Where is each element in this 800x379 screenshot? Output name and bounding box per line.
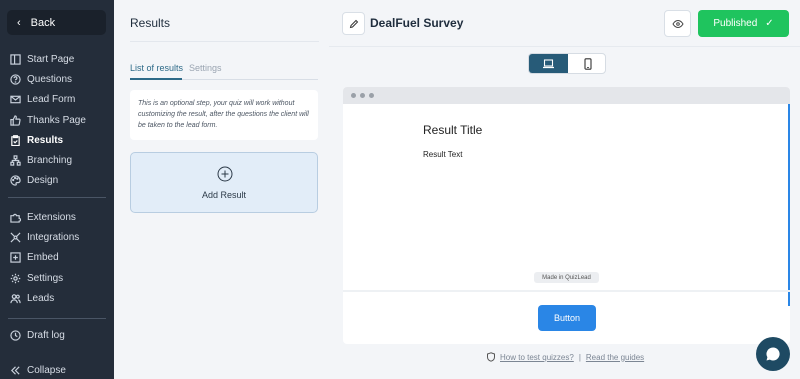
add-result-button[interactable]: Add Result: [130, 152, 318, 213]
sidebar-item-label: Extensions: [27, 211, 76, 223]
branching-icon: [9, 155, 21, 167]
sidebar-item-label: Branching: [27, 155, 73, 167]
panel-tabs: List of results Settings: [130, 62, 318, 80]
back-button[interactable]: ‹ Back: [7, 10, 106, 35]
sidebar-item-design[interactable]: Design: [0, 171, 114, 191]
clipboard-icon: [9, 134, 21, 146]
collapse-icon: [9, 364, 21, 376]
eye-icon: [671, 19, 684, 28]
results-panel: Results List of results Settings This is…: [114, 0, 329, 379]
panel-divider: [130, 41, 319, 42]
sidebar-item-integrations[interactable]: Integrations: [0, 227, 114, 247]
sidebar-item-collapse[interactable]: Collapse: [0, 360, 114, 379]
sidebar-item-leads[interactable]: Leads: [0, 288, 114, 308]
made-in-badge: Made in QuizLead: [534, 272, 599, 283]
sidebar-nav-group-3: Draft log: [0, 325, 114, 345]
sidebar-nav-group-1: Start Page Questions Lead Form Thanks Pa…: [0, 49, 114, 191]
plus-circle-icon: [217, 166, 233, 182]
shield-icon: [487, 352, 495, 362]
preview-cta-button[interactable]: Button: [538, 305, 596, 331]
chat-button[interactable]: [756, 337, 790, 371]
sidebar-item-label: Questions: [27, 73, 73, 85]
sidebar-item-questions[interactable]: Questions: [0, 69, 114, 89]
sidebar-item-branching[interactable]: Branching: [0, 150, 114, 170]
device-toggle: [528, 53, 606, 74]
layout-icon: [9, 53, 21, 65]
sidebar-item-start-page[interactable]: Start Page: [0, 49, 114, 69]
publish-label: Published: [713, 18, 758, 29]
window-dot: [360, 93, 365, 98]
help-links: How to test quizzes? | Read the guides: [486, 352, 644, 362]
sidebar-item-label: Start Page: [27, 53, 75, 65]
browser-bar: [343, 87, 790, 104]
thumbs-up-icon: [9, 114, 21, 126]
sidebar-item-label: Leads: [27, 292, 55, 304]
edit-title-button[interactable]: [342, 12, 365, 35]
laptop-icon: [543, 58, 554, 68]
sidebar-item-extensions[interactable]: Extensions: [0, 207, 114, 227]
sidebar-item-label: Settings: [27, 272, 64, 284]
preview-button[interactable]: [664, 10, 691, 37]
how-to-test-link[interactable]: How to test quizzes?: [500, 353, 574, 362]
link-separator: |: [578, 352, 581, 362]
sidebar-item-lead-form[interactable]: Lead Form: [0, 90, 114, 110]
desktop-view-button[interactable]: [529, 54, 568, 73]
tab-list-of-results[interactable]: List of results: [130, 63, 183, 73]
sidebar-item-embed[interactable]: Embed: [0, 248, 114, 268]
editor-area: DealFuel Survey Published ✓ Result Title…: [329, 0, 800, 379]
optional-step-note: This is an optional step, your quiz will…: [130, 90, 318, 140]
clock-icon: [9, 329, 21, 341]
sidebar-item-label: Results: [27, 134, 64, 146]
sidebar-item-label: Collapse: [27, 364, 66, 376]
gear-icon: [9, 272, 21, 284]
publish-button[interactable]: Published ✓: [698, 10, 789, 37]
sidebar-divider: [8, 318, 106, 319]
sidebar-item-label: Embed: [27, 252, 59, 264]
chevron-left-icon: ‹: [17, 16, 21, 29]
sidebar-item-label: Thanks Page: [27, 114, 86, 126]
sidebar-item-draft-log[interactable]: Draft log: [0, 325, 114, 345]
panel-title: Results: [130, 16, 171, 30]
window-dot: [351, 93, 356, 98]
scroll-indicator: [788, 104, 790, 306]
pencil-icon: [349, 19, 358, 28]
tab-settings[interactable]: Settings: [189, 63, 222, 73]
active-tab-indicator: [130, 78, 182, 80]
embed-icon: [9, 252, 21, 264]
sidebar: ‹ Back Start Page Questions Lead Form Th…: [0, 0, 114, 379]
puzzle-icon: [9, 211, 21, 223]
sidebar-nav-group-2: Extensions Integrations Embed Settings L…: [0, 207, 114, 308]
sidebar-divider: [8, 197, 106, 198]
sidebar-nav-group-4: Collapse: [0, 360, 114, 379]
preview-divider: [343, 290, 790, 292]
result-text[interactable]: Result Text: [423, 150, 462, 159]
question-icon: [9, 73, 21, 85]
header-divider: [329, 46, 800, 47]
integrations-icon: [9, 231, 21, 243]
sidebar-item-label: Lead Form: [27, 94, 76, 106]
window-dot: [369, 93, 374, 98]
sidebar-item-label: Integrations: [27, 231, 80, 243]
sidebar-item-label: Design: [27, 175, 59, 187]
chat-bubble-icon: [766, 347, 780, 361]
preview-window: Result Title Result Text Made in QuizLea…: [343, 87, 790, 344]
read-guides-link[interactable]: Read the guides: [586, 353, 644, 362]
result-title[interactable]: Result Title: [423, 123, 482, 137]
sidebar-item-results[interactable]: Results: [0, 130, 114, 150]
phone-icon: [583, 57, 592, 70]
sidebar-item-thanks-page[interactable]: Thanks Page: [0, 110, 114, 130]
mobile-view-button[interactable]: [568, 54, 605, 73]
check-icon: ✓: [765, 18, 774, 29]
sidebar-item-label: Draft log: [27, 329, 65, 341]
survey-title: DealFuel Survey: [370, 16, 464, 30]
back-label: Back: [30, 16, 56, 29]
palette-icon: [9, 175, 21, 187]
sidebar-item-settings[interactable]: Settings: [0, 268, 114, 288]
users-icon: [9, 292, 21, 304]
add-result-label: Add Result: [201, 190, 247, 200]
mail-icon: [9, 94, 21, 106]
